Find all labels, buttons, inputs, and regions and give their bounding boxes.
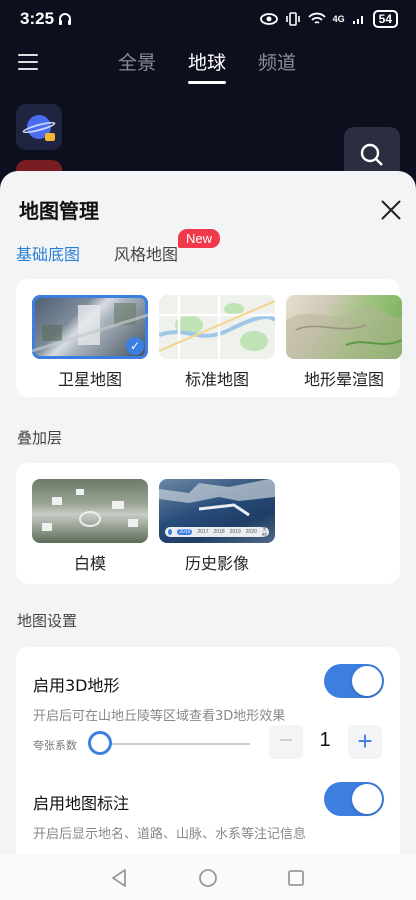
labels-toggle[interactable]: [324, 782, 384, 816]
history-thumbnail: 2016 2017 2018 2019 2020 全部: [159, 479, 275, 543]
exaggeration-slider-track[interactable]: [100, 743, 250, 745]
system-nav-bar: [0, 854, 416, 900]
base-map-satellite[interactable]: ✓ 卫星地图: [32, 295, 148, 390]
network-type: 4G: [332, 14, 345, 24]
base-map-standard[interactable]: 标准地图: [159, 295, 275, 390]
terrain-toggle[interactable]: [324, 664, 384, 698]
back-icon[interactable]: [110, 868, 128, 888]
menu-icon[interactable]: [18, 54, 38, 72]
decrease-button[interactable]: −: [269, 725, 303, 759]
overlay-history-imagery[interactable]: 2016 2017 2018 2019 2020 全部 历史影像: [159, 479, 275, 574]
exaggeration-slider-handle[interactable]: [88, 731, 112, 755]
increase-button[interactable]: +: [348, 725, 382, 759]
base-map-label: 标准地图: [184, 370, 249, 389]
labels-setting-desc: 开启后显示地名、道路、山脉、水系等注记信息: [33, 827, 307, 842]
home-icon[interactable]: [198, 868, 218, 888]
overlay-card: 白模 2016 2017 2018 2019 2020 全部 历史影像: [16, 463, 400, 584]
overlay-white-model[interactable]: 白模: [32, 479, 148, 574]
tab-style-maps[interactable]: 风格地图: [114, 241, 178, 265]
base-maps-card: ✓ 卫星地图 标准地图 地形晕渲图: [16, 279, 402, 397]
battery-level: 54: [372, 10, 398, 28]
overlay-section-title: 叠加层: [17, 429, 63, 447]
base-map-label: 卫星地图: [57, 370, 122, 389]
wifi-icon: [307, 12, 326, 24]
eye-icon: [259, 13, 278, 25]
exaggeration-label: 夸张系数: [33, 739, 77, 752]
terrain-setting-title: 启用3D地形: [33, 676, 120, 695]
tab-base-maps[interactable]: 基础底图: [16, 241, 80, 265]
terrain-thumbnail: [286, 295, 402, 359]
overlay-label: 历史影像: [184, 554, 249, 573]
satellite-thumbnail: ✓: [32, 295, 148, 359]
base-map-terrain[interactable]: 地形晕渲图: [286, 295, 402, 390]
terrain-setting-desc: 开启后可在山地丘陵等区域查看3D地形效果: [33, 709, 286, 724]
overlay-label: 白模: [73, 554, 106, 573]
settings-section-title: 地图设置: [17, 612, 78, 630]
headphones-icon: [59, 13, 71, 25]
history-year-bar: 2016 2017 2018 2019 2020 全部: [165, 526, 269, 539]
recents-icon[interactable]: [287, 869, 305, 887]
standard-thumbnail: [159, 295, 275, 359]
new-badge: New: [178, 229, 221, 248]
labels-setting-title: 启用地图标注: [33, 794, 130, 813]
planet-button[interactable]: [16, 104, 62, 150]
sheet-title: 地图管理: [19, 199, 99, 223]
status-time: 3:25: [20, 9, 55, 28]
tab-earth[interactable]: 地球: [188, 48, 227, 84]
close-icon[interactable]: [380, 199, 402, 221]
map-management-sheet: 地图管理 基础底图 风格地图 New ✓ 卫星地图 标准地图 地形晕渲图 叠加层…: [0, 171, 416, 900]
tab-panorama[interactable]: 全景: [118, 48, 156, 75]
vibrate-icon: [285, 12, 300, 26]
signal-icon: [352, 16, 363, 24]
play-icon: [168, 529, 173, 535]
top-nav: 全景 地球 频道: [0, 40, 416, 90]
check-icon: ✓: [126, 337, 144, 355]
tab-channel[interactable]: 频道: [258, 48, 296, 75]
base-map-label: 地形晕渲图: [303, 370, 384, 389]
white-model-thumbnail: [32, 479, 148, 543]
status-bar: 3:25 4G 54: [0, 0, 416, 40]
exaggeration-value: 1: [319, 729, 331, 751]
